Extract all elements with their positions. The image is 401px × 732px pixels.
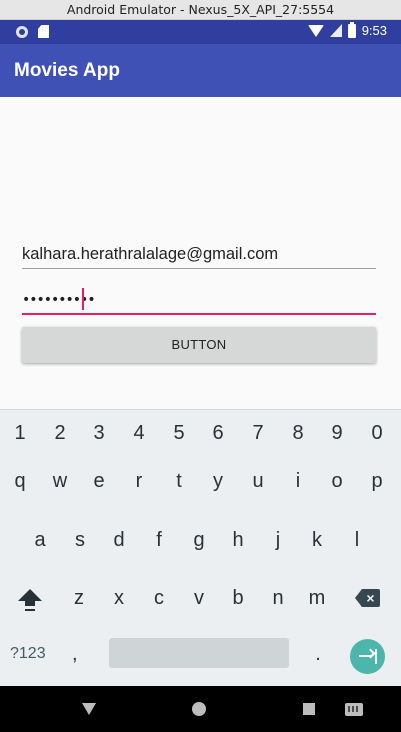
key-1[interactable]: 1: [3, 422, 37, 445]
key-e[interactable]: e: [82, 470, 116, 493]
key-9[interactable]: 9: [320, 422, 354, 445]
key-l[interactable]: l: [340, 529, 374, 552]
email-field[interactable]: kalhara.herathralalage@gmail.com: [22, 245, 376, 269]
key-q[interactable]: q: [3, 470, 37, 493]
notification-dot-icon: [16, 25, 28, 38]
period-key[interactable]: .: [310, 643, 326, 666]
password-field[interactable]: ••••••••••: [22, 288, 376, 315]
key-7[interactable]: 7: [241, 422, 275, 445]
key-p[interactable]: p: [360, 470, 394, 493]
recent-apps-icon[interactable]: [303, 703, 315, 715]
login-form: kalhara.herathralalage@gmail.com •••••••…: [0, 97, 401, 409]
status-bar: 9:53: [0, 20, 401, 44]
key-u[interactable]: u: [241, 470, 275, 493]
key-c[interactable]: c: [142, 587, 176, 610]
key-d[interactable]: d: [102, 529, 136, 552]
key-y[interactable]: y: [201, 470, 235, 493]
key-a[interactable]: a: [23, 529, 57, 552]
key-0[interactable]: 0: [360, 422, 394, 445]
space-bar[interactable]: [109, 638, 289, 668]
email-value: kalhara.herathralalage@gmail.com: [22, 245, 279, 263]
key-n[interactable]: n: [261, 587, 295, 610]
key-z[interactable]: z: [62, 587, 96, 610]
wifi-icon: [307, 24, 324, 37]
key-r[interactable]: r: [122, 470, 156, 493]
key-x[interactable]: x: [102, 587, 136, 610]
key-8[interactable]: 8: [281, 422, 315, 445]
key-b[interactable]: b: [221, 587, 255, 610]
submit-button[interactable]: BUTTON: [22, 327, 376, 363]
comma-key[interactable]: ,: [72, 643, 78, 666]
key-5[interactable]: 5: [162, 422, 196, 445]
home-icon[interactable]: [192, 702, 206, 716]
key-2[interactable]: 2: [43, 422, 77, 445]
battery-icon: [347, 21, 356, 38]
shift-icon[interactable]: [18, 587, 42, 613]
app-bar: Movies App: [0, 44, 401, 97]
emulator-title-bar: Android Emulator - Nexus_5X_API_27:5554: [0, 0, 401, 20]
keyboard-switch-icon[interactable]: [345, 703, 363, 716]
key-i[interactable]: i: [281, 470, 315, 493]
emulator-title: Android Emulator - Nexus_5X_API_27:5554: [66, 2, 335, 17]
key-t[interactable]: t: [162, 470, 196, 493]
text-cursor: [82, 288, 84, 310]
key-o[interactable]: o: [320, 470, 354, 493]
symbols-key[interactable]: ?123: [10, 645, 46, 663]
key-j[interactable]: j: [261, 529, 295, 552]
backspace-icon[interactable]: ×: [355, 589, 380, 607]
key-6[interactable]: 6: [201, 422, 235, 445]
key-w[interactable]: w: [43, 470, 77, 493]
sd-card-icon: [38, 25, 49, 38]
key-f[interactable]: f: [142, 529, 176, 552]
key-v[interactable]: v: [182, 587, 216, 610]
key-s[interactable]: s: [63, 529, 97, 552]
key-g[interactable]: g: [182, 529, 216, 552]
key-h[interactable]: h: [221, 529, 255, 552]
signal-icon: [329, 24, 342, 37]
key-m[interactable]: m: [300, 587, 334, 610]
key-4[interactable]: 4: [122, 422, 156, 445]
soft-keyboard: 1 2 3 4 5 6 7 8 9 0 q w e r t y u i o p …: [0, 409, 401, 686]
back-icon[interactable]: [82, 703, 96, 715]
enter-icon[interactable]: [350, 639, 385, 674]
app-title: Movies App: [14, 60, 120, 81]
navigation-bar: [0, 686, 401, 732]
status-time: 9:53: [361, 23, 387, 38]
key-3[interactable]: 3: [82, 422, 116, 445]
key-k[interactable]: k: [300, 529, 334, 552]
